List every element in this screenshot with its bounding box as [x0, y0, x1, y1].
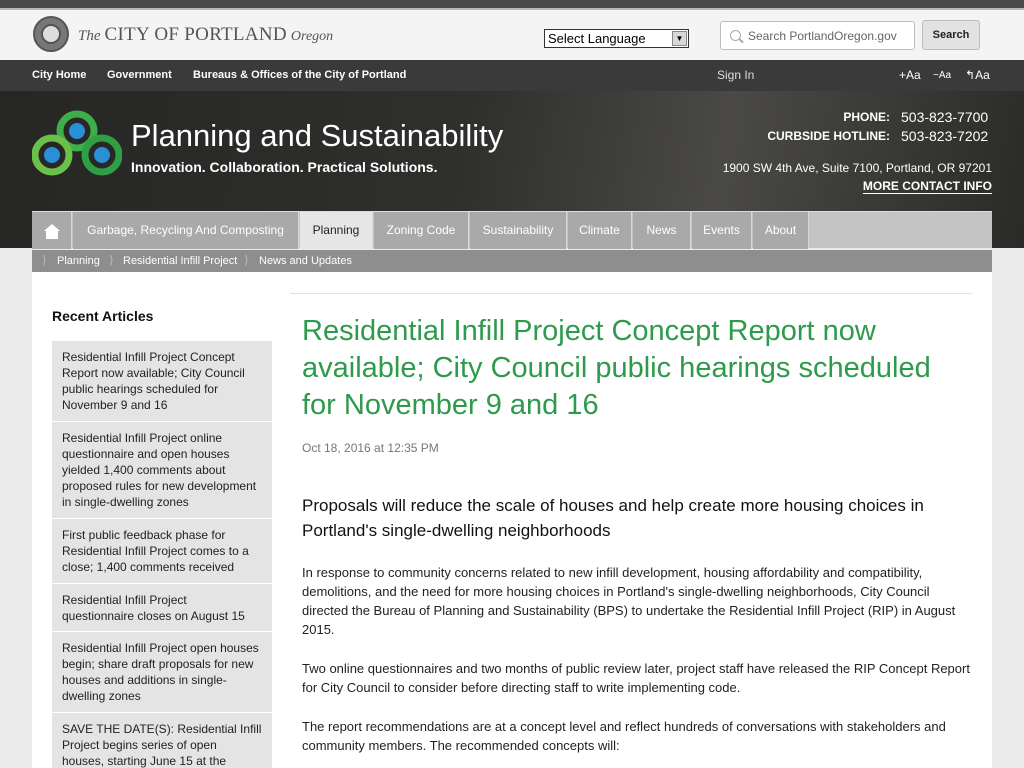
breadcrumb-news[interactable]: News and Updates	[259, 255, 352, 267]
search-placeholder: Search PortlandOregon.gov	[748, 29, 897, 43]
article-paragraph: The report recommendations are at a conc…	[302, 719, 946, 753]
menu-news[interactable]: News	[633, 212, 691, 249]
city-seal-icon[interactable]	[33, 16, 69, 52]
article-lede: Proposals will reduce the scale of house…	[302, 496, 924, 540]
recent-article-link[interactable]: Residential Infill Project open houses b…	[52, 632, 272, 712]
article-title: Residential Infill Project Concept Repor…	[302, 315, 931, 421]
nav-government[interactable]: Government	[107, 69, 172, 81]
menu-planning[interactable]: Planning	[300, 212, 373, 249]
recent-article-link[interactable]: SAVE THE DATE(S): Residential Infill Pro…	[52, 713, 272, 768]
breadcrumb-rip[interactable]: Residential Infill Project	[123, 255, 237, 267]
nav-city-home[interactable]: City Home	[32, 69, 86, 81]
font-reset-label: Aa	[975, 68, 990, 82]
home-icon[interactable]	[32, 212, 72, 249]
phone-number: 503-823-7700	[901, 109, 989, 125]
bureau-tagline: Innovation. Collaboration. Practical Sol…	[131, 159, 438, 175]
city-title-name: CITY OF PORTLAND	[104, 24, 287, 45]
article-paragraph: Two online questionnaires and two months…	[302, 661, 970, 695]
menu-events[interactable]: Events	[692, 212, 752, 249]
menu-about[interactable]: About	[753, 212, 809, 249]
top-nav: City Home Government Bureaus & Offices o…	[0, 60, 1024, 91]
recent-article-link[interactable]: Residential Infill Project Concept Repor…	[52, 341, 272, 421]
hotline-number: 503-823-7202	[901, 128, 989, 144]
hotline-label: CURBSIDE HOTLINE:	[767, 129, 890, 143]
search-icon	[730, 30, 741, 41]
menu-climate[interactable]: Climate	[568, 212, 632, 249]
chevron-down-icon: ▼	[672, 31, 687, 46]
menu-sustainability[interactable]: Sustainability	[470, 212, 567, 249]
article-date: Oct 18, 2016 at 12:35 PM	[302, 441, 439, 455]
breadcrumb-separator-icon: ⟩	[244, 253, 249, 267]
menu-zoning-code[interactable]: Zoning Code	[374, 212, 469, 249]
article-paragraph: In response to community concerns relate…	[302, 565, 956, 637]
font-increase-button[interactable]: +Aa	[899, 68, 921, 82]
sign-in-link[interactable]: Sign In	[717, 68, 754, 82]
search-button[interactable]: Search	[922, 20, 980, 50]
city-title-the: The	[78, 28, 101, 44]
search-input[interactable]: Search PortlandOregon.gov	[720, 21, 915, 50]
breadcrumb-separator-icon: ⟩	[109, 253, 114, 267]
breadcrumb: ⟩ Planning ⟩ Residential Infill Project …	[32, 250, 992, 272]
menu-garbage[interactable]: Garbage, Recycling And Composting	[73, 212, 299, 249]
city-title[interactable]: The CITY OF PORTLAND Oregon	[78, 24, 333, 46]
main-menu: Garbage, Recycling And Composting Planni…	[32, 211, 992, 249]
language-select[interactable]: Select Language ▼	[544, 29, 689, 48]
font-reset-button[interactable]: ↰Aa	[965, 68, 990, 82]
top-strip	[0, 0, 1024, 10]
nav-bureaus[interactable]: Bureaus & Offices of the City of Portlan…	[193, 69, 406, 81]
recent-article-link[interactable]: Residential Infill Project questionnaire…	[52, 584, 272, 631]
font-decrease-button[interactable]: −Aa	[933, 70, 951, 81]
address: 1900 SW 4th Ave, Suite 7100, Portland, O…	[722, 161, 992, 175]
content-divider	[290, 293, 972, 294]
breadcrumb-separator-icon: ⟩	[42, 253, 47, 267]
bureau-name[interactable]: Planning and Sustainability	[131, 118, 503, 154]
city-title-state: Oregon	[290, 29, 334, 44]
bps-logo-icon[interactable]	[32, 110, 122, 178]
phone-label: PHONE:	[843, 110, 890, 124]
recent-articles-title: Recent Articles	[52, 308, 154, 324]
more-contact-link[interactable]: MORE CONTACT INFO	[862, 179, 992, 194]
recent-article-link[interactable]: First public feedback phase for Resident…	[52, 519, 272, 583]
breadcrumb-planning[interactable]: Planning	[57, 255, 100, 267]
recent-article-link[interactable]: Residential Infill Project online questi…	[52, 422, 272, 518]
language-select-value: Select Language	[548, 31, 646, 46]
